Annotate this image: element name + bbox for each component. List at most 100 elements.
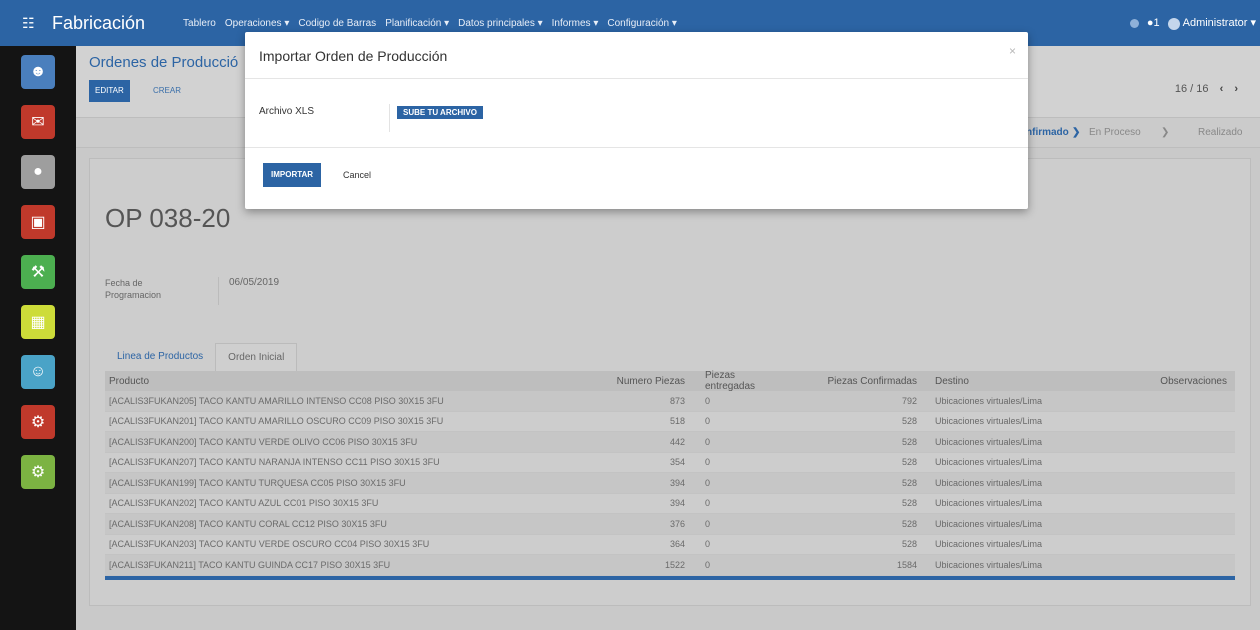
users-app-icon[interactable]: ☻ — [21, 55, 55, 89]
col-destino[interactable]: Destino — [925, 376, 1105, 387]
state-confirmado[interactable]: nfirmado — [1026, 127, 1069, 138]
cell-confirmadas: 528 — [901, 498, 917, 509]
table-row[interactable]: [ACALIS3FUKAN202] TACO KANTU AZUL CC01 P… — [105, 494, 1235, 514]
cell-numero: 354 — [669, 457, 685, 468]
cell-entregadas: 0 — [705, 395, 711, 406]
menu-operaciones[interactable]: Operaciones ▾ — [225, 18, 290, 29]
col-producto[interactable]: Producto — [105, 376, 585, 387]
menu-informes[interactable]: Informes ▾ — [552, 18, 599, 29]
settings-app-icon[interactable]: ⚙ — [21, 455, 55, 489]
cell-producto: [ACALIS3FUKAN207] TACO KANTU NARANJA INT… — [109, 457, 440, 468]
chat-app-icon[interactable]: ✉ — [21, 105, 55, 139]
cell-confirmadas: 792 — [901, 395, 917, 406]
close-icon[interactable]: × — [1009, 44, 1016, 58]
cell-confirmadas: 528 — [901, 518, 917, 529]
upload-file-button[interactable]: SUBE TU ARCHIVO — [397, 106, 483, 119]
cell-numero: 873 — [669, 395, 685, 406]
messages-icon[interactable]: ●1 — [1147, 17, 1160, 29]
dialog-footer: IMPORTAR Cancel — [245, 148, 1028, 208]
cell-destino: Ubicaciones virtuales/Lima — [935, 395, 1043, 406]
table-row[interactable]: [ACALIS3FUKAN208] TACO KANTU CORAL CC12 … — [105, 514, 1235, 535]
cell-destino: Ubicaciones virtuales/Lima — [935, 457, 1043, 468]
table-row[interactable]: [ACALIS3FUKAN203] TACO KANTU VERDE OSCUR… — [105, 535, 1235, 555]
cell-confirmadas: 1584 — [896, 559, 917, 570]
cell-destino: Ubicaciones virtuales/Lima — [935, 416, 1043, 427]
cell-confirmadas: 528 — [901, 457, 917, 468]
wrench-app-icon[interactable]: ⚒ — [21, 255, 55, 289]
table-row[interactable]: [ACALIS3FUKAN200] TACO KANTU VERDE OLIVO… — [105, 432, 1235, 453]
table-row[interactable]: [ACALIS3FUKAN205] TACO KANTU AMARILLO IN… — [105, 391, 1235, 412]
avatar — [1167, 17, 1180, 30]
date-value: 06/05/2019 — [218, 277, 279, 305]
cell-destino: Ubicaciones virtuales/Lima — [935, 559, 1043, 570]
table-row[interactable]: [ACALIS3FUKAN199] TACO KANTU TURQUESA CC… — [105, 473, 1235, 494]
cell-producto: [ACALIS3FUKAN202] TACO KANTU AZUL CC01 P… — [109, 498, 379, 509]
grid-icon[interactable]: ☷ — [22, 15, 42, 32]
user-menu[interactable]: Administrator ▾ — [1167, 16, 1256, 30]
user-name: Administrator ▾ — [1182, 17, 1256, 30]
cell-producto: [ACALIS3FUKAN208] TACO KANTU CORAL CC12 … — [109, 518, 387, 529]
app-brand[interactable]: Fabricación — [52, 13, 145, 34]
col-observaciones[interactable]: Observaciones — [1105, 376, 1235, 387]
col-piezas-confirmadas[interactable]: Piezas Confirmadas — [795, 376, 925, 387]
cell-entregadas: 0 — [705, 559, 711, 570]
table-row[interactable]: [ACALIS3FUKAN207] TACO KANTU NARANJA INT… — [105, 453, 1235, 473]
cell-producto: [ACALIS3FUKAN211] TACO KANTU GUINDA CC17… — [109, 559, 391, 570]
table-row[interactable]: [ACALIS3FUKAN211] TACO KANTU GUINDA CC17… — [105, 555, 1235, 576]
cell-destino: Ubicaciones virtuales/Lima — [935, 436, 1043, 447]
cell-entregadas: 0 — [705, 416, 711, 427]
calendar-app-icon[interactable]: ▦ — [21, 305, 55, 339]
cell-producto: [ACALIS3FUKAN200] TACO KANTU VERDE OLIVO… — [109, 436, 418, 447]
edit-button[interactable]: EDITAR — [89, 80, 130, 102]
menu-tablero[interactable]: Tablero — [183, 18, 216, 29]
cell-entregadas: 0 — [705, 498, 711, 509]
notebook-tabs: Linea de Productos Orden Inicial — [105, 343, 298, 371]
create-button[interactable]: CREAR — [149, 80, 185, 102]
tab-orden-inicial[interactable]: Orden Inicial — [215, 343, 298, 371]
xls-file-label: Archivo XLS — [259, 106, 315, 117]
employee-app-icon[interactable]: ☺ — [21, 355, 55, 389]
manufacturing-app-icon[interactable]: ⚙ — [21, 405, 55, 439]
tab-linea-productos[interactable]: Linea de Productos — [105, 343, 215, 371]
form-sheet: OP 038-20 Fecha de Programacion 06/05/20… — [89, 158, 1251, 606]
date-label: Fecha de Programacion — [105, 278, 162, 300]
cell-entregadas: 0 — [705, 539, 711, 550]
table-row[interactable]: [ACALIS3FUKAN201] TACO KANTU AMARILLO OS… — [105, 412, 1235, 432]
camera-app-icon[interactable]: ● — [21, 155, 55, 189]
cell-confirmadas: 528 — [901, 539, 917, 550]
import-button[interactable]: IMPORTAR — [263, 163, 322, 187]
cell-producto: [ACALIS3FUKAN201] TACO KANTU AMARILLO OS… — [109, 416, 444, 427]
cell-producto: [ACALIS3FUKAN205] TACO KANTU AMARILLO IN… — [109, 395, 444, 406]
status-icon[interactable] — [1129, 18, 1139, 28]
state-en-proceso[interactable]: En Proceso — [1089, 127, 1141, 138]
menu-configuracion[interactable]: Configuración ▾ — [607, 18, 677, 29]
pager: 16 / 16 ‹ › — [1175, 83, 1238, 95]
cell-entregadas: 0 — [705, 477, 711, 488]
cell-numero: 376 — [669, 518, 685, 529]
dialog-title: Importar Orden de Producción — [259, 48, 448, 64]
col-piezas-entregadas[interactable]: Piezas entregadas — [685, 370, 795, 392]
cell-confirmadas: 528 — [901, 477, 917, 488]
cell-entregadas: 0 — [705, 457, 711, 468]
breadcrumb[interactable]: Ordenes de Producció — [89, 54, 238, 71]
table-body: [ACALIS3FUKAN205] TACO KANTU AMARILLO IN… — [105, 391, 1235, 576]
cell-destino: Ubicaciones virtuales/Lima — [935, 518, 1043, 529]
pager-value[interactable]: 16 / 16 — [1175, 83, 1209, 95]
chevron-right-icon: ❯ — [1161, 127, 1170, 138]
menu-planificacion[interactable]: Planificación ▾ — [385, 18, 449, 29]
chevron-left-icon[interactable]: ‹ — [1220, 83, 1224, 95]
cell-entregadas: 0 — [705, 436, 711, 447]
menu-codigo-barras[interactable]: Codigo de Barras — [298, 18, 376, 29]
cell-numero: 1522 — [664, 559, 685, 570]
cell-confirmadas: 528 — [901, 416, 917, 427]
main-menu: Tablero Operaciones ▾ Codigo de Barras P… — [183, 18, 677, 29]
products-table: Producto Numero Piezas Piezas entregadas… — [105, 370, 1235, 580]
page-title: OP 038-20 — [105, 203, 231, 233]
dialog-header: Importar Orden de Producción × — [245, 32, 1028, 79]
chevron-right-icon[interactable]: › — [1234, 83, 1238, 95]
state-realizado[interactable]: Realizado — [1198, 127, 1242, 138]
col-numero-piezas[interactable]: Numero Piezas — [585, 376, 685, 387]
menu-datos-principales[interactable]: Datos principales ▾ — [458, 18, 543, 29]
cancel-button[interactable]: Cancel — [343, 170, 371, 180]
building-app-icon[interactable]: ▣ — [21, 205, 55, 239]
